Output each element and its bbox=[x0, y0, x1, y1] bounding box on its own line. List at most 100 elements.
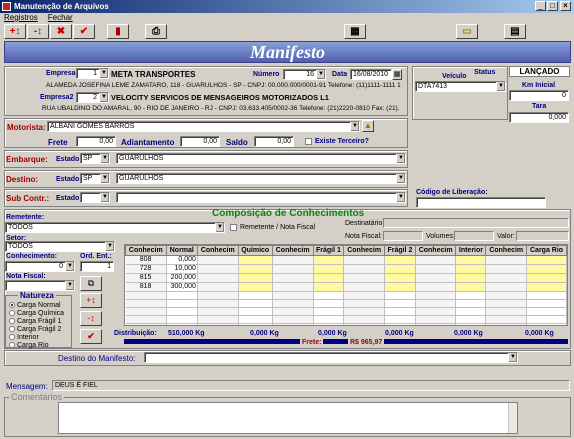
grid-cell[interactable] bbox=[166, 315, 198, 324]
grid-cell[interactable] bbox=[125, 315, 167, 324]
grid-cell[interactable] bbox=[455, 264, 487, 274]
grid-header[interactable]: Conhecim bbox=[271, 245, 314, 256]
empresa-select[interactable]: 1 ▼ bbox=[76, 68, 109, 79]
grid-cell[interactable] bbox=[238, 291, 273, 300]
grid-cell[interactable] bbox=[384, 264, 416, 274]
grid-cell[interactable] bbox=[455, 282, 487, 292]
grid-cell[interactable] bbox=[384, 315, 416, 324]
grid-cell[interactable] bbox=[238, 273, 273, 283]
grid-cell[interactable] bbox=[313, 315, 345, 324]
grid-cell[interactable] bbox=[485, 307, 528, 316]
grid-cell[interactable] bbox=[197, 323, 239, 325]
grid-cell[interactable] bbox=[197, 264, 239, 274]
grid-cell[interactable] bbox=[197, 291, 239, 300]
grid-cell[interactable] bbox=[384, 255, 416, 265]
grid-cell[interactable] bbox=[485, 323, 528, 325]
grid-cell[interactable] bbox=[455, 291, 487, 300]
grid-cell[interactable] bbox=[384, 273, 416, 283]
grid-cell[interactable] bbox=[384, 323, 416, 325]
grid-header[interactable]: Interior bbox=[455, 245, 487, 256]
grid-cell[interactable] bbox=[415, 307, 457, 316]
grid-cell[interactable] bbox=[166, 291, 198, 300]
liberacao-field[interactable] bbox=[416, 197, 546, 208]
grid-cell[interactable] bbox=[415, 273, 457, 283]
table-row[interactable] bbox=[125, 291, 567, 300]
grid-cell[interactable] bbox=[415, 255, 457, 265]
grid-cell[interactable] bbox=[384, 307, 416, 316]
driver-warning-icon[interactable]: ▲ bbox=[362, 120, 374, 132]
subcontr-estado-select[interactable]: ▼ bbox=[80, 192, 110, 203]
table-row[interactable] bbox=[125, 307, 567, 316]
grid-cell[interactable] bbox=[238, 307, 273, 316]
grid-cell[interactable] bbox=[526, 307, 567, 316]
calculator-icon[interactable]: ▦ bbox=[344, 24, 366, 39]
grid-header[interactable]: Conhecim bbox=[485, 245, 528, 256]
menu-fechar[interactable]: Fechar bbox=[48, 13, 73, 22]
grid-cell[interactable] bbox=[343, 307, 385, 316]
terceiro-checkbox[interactable] bbox=[305, 137, 312, 146]
grid-cell[interactable] bbox=[415, 264, 457, 274]
grid-cell[interactable] bbox=[526, 291, 567, 300]
grid-cell[interactable] bbox=[415, 282, 457, 292]
grid-cell[interactable]: 300,000 bbox=[166, 282, 198, 292]
grid-header[interactable]: Carga Rio bbox=[526, 245, 567, 256]
grid-cell[interactable] bbox=[526, 255, 567, 265]
calendar-icon[interactable]: ▦ bbox=[392, 69, 402, 80]
grid-cell[interactable] bbox=[238, 264, 273, 274]
copy-icon[interactable]: ⧉ bbox=[80, 276, 102, 291]
comentarios-scrollbar[interactable] bbox=[508, 403, 517, 433]
grid-cell[interactable]: 10,000 bbox=[166, 264, 198, 274]
remove-item-icon[interactable]: -↕ bbox=[80, 311, 102, 326]
grid-header[interactable]: Frágil 1 bbox=[312, 245, 345, 256]
subcontr-cidade-select[interactable]: ▼ bbox=[116, 192, 406, 203]
grid-cell[interactable] bbox=[526, 282, 567, 292]
table-row[interactable] bbox=[125, 299, 567, 308]
table-row[interactable] bbox=[125, 315, 567, 324]
grid-cell[interactable] bbox=[197, 282, 239, 292]
grid-header[interactable]: Conhecim bbox=[343, 245, 385, 256]
grid-header[interactable]: Conhecim bbox=[125, 245, 167, 256]
km-field[interactable]: 0 bbox=[509, 90, 569, 101]
delete-icon[interactable]: ✖ bbox=[50, 24, 72, 39]
grid-cell[interactable] bbox=[343, 299, 385, 308]
ordent-field[interactable]: 1 bbox=[80, 261, 114, 272]
frete-field[interactable]: 0,00 bbox=[76, 136, 116, 147]
grid-cell[interactable] bbox=[197, 273, 239, 283]
embarque-cidade-select[interactable]: GUARULHOS ▼ bbox=[116, 153, 406, 164]
natureza-option-fragil1[interactable]: Carga Frágil 1 bbox=[9, 318, 61, 325]
grid-cell[interactable] bbox=[384, 282, 416, 292]
grid-cell[interactable] bbox=[166, 323, 198, 325]
remnota-checkbox[interactable] bbox=[230, 223, 237, 232]
grid-cell[interactable] bbox=[125, 299, 167, 308]
grid-cell[interactable] bbox=[343, 323, 385, 325]
add-item-icon[interactable]: +↕ bbox=[80, 293, 102, 308]
grid-cell[interactable] bbox=[313, 299, 345, 308]
saldo-field[interactable]: 0,00 bbox=[254, 136, 294, 147]
grid-cell[interactable] bbox=[313, 307, 345, 316]
grid-cell[interactable] bbox=[272, 264, 314, 274]
close-button[interactable]: × bbox=[560, 1, 571, 11]
grid-cell[interactable] bbox=[343, 315, 385, 324]
adiantamento-field[interactable]: 0,00 bbox=[180, 136, 220, 147]
grid-cell[interactable] bbox=[313, 323, 345, 325]
grid-cell[interactable] bbox=[485, 273, 528, 283]
grid-cell[interactable] bbox=[485, 264, 528, 274]
grid-cell[interactable] bbox=[526, 264, 567, 274]
grid-cell[interactable] bbox=[272, 282, 314, 292]
grid-cell[interactable] bbox=[415, 323, 457, 325]
maximize-button[interactable]: □ bbox=[547, 1, 558, 11]
grid-cell[interactable] bbox=[343, 273, 385, 283]
confirm-item-icon[interactable]: ✔ bbox=[80, 329, 102, 344]
numero-select[interactable]: 16 ▼ bbox=[283, 69, 326, 80]
destino-cidade-select[interactable]: GUARULHOS ▼ bbox=[116, 173, 406, 184]
veiculo-select[interactable]: DTA7413 ▼ bbox=[415, 81, 506, 92]
grid-cell[interactable] bbox=[485, 299, 528, 308]
table-row[interactable]: 728 10,000 bbox=[125, 264, 567, 274]
grid-cell[interactable] bbox=[455, 273, 487, 283]
grid-cell[interactable] bbox=[526, 299, 567, 308]
grid-cell[interactable] bbox=[313, 255, 345, 265]
grid-cell[interactable] bbox=[197, 315, 239, 324]
grid-cell[interactable] bbox=[313, 273, 345, 283]
table-row[interactable]: 818 300,000 bbox=[125, 282, 567, 292]
confirm-icon[interactable]: ✔ bbox=[73, 24, 95, 39]
